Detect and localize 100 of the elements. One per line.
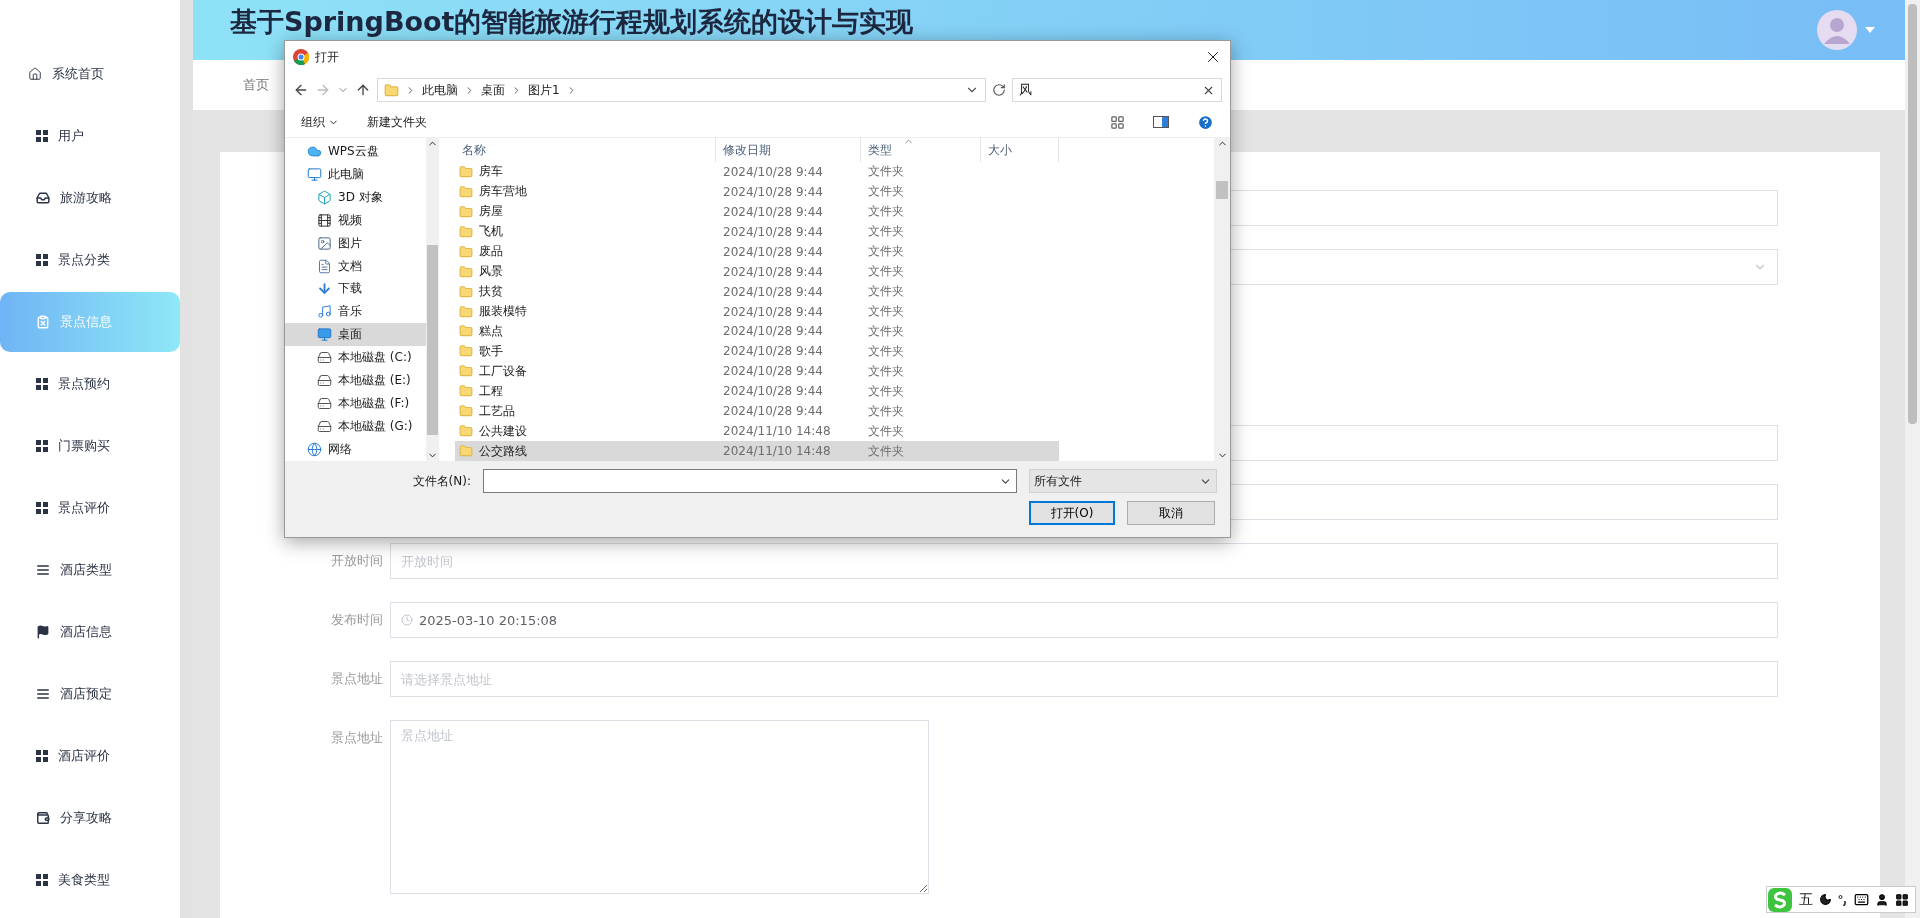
folder-icon <box>459 424 473 439</box>
ime-logo-icon[interactable] <box>1767 886 1793 913</box>
path-segment[interactable]: 桌面 <box>481 81 505 99</box>
dialog-button[interactable]: 打开(O) <box>1029 501 1115 525</box>
help-icon[interactable] <box>1197 113 1214 131</box>
moon-icon[interactable] <box>1819 893 1832 906</box>
file-row[interactable]: 房车 2024/10/28 9:44 文件夹 <box>455 162 1059 182</box>
filetype-select[interactable]: 所有文件 <box>1029 469 1217 493</box>
sidebar-item[interactable]: 酒店预定 <box>0 664 180 724</box>
file-row[interactable]: 歌手 2024/10/28 9:44 文件夹 <box>455 341 1059 362</box>
file-type: 文件夹 <box>867 183 905 201</box>
sidebar-item[interactable]: 美食类型 <box>0 850 180 910</box>
search-field[interactable]: 风 <box>1012 78 1222 102</box>
sidebar-item[interactable]: 酒店评价 <box>0 726 180 786</box>
sidebar-item[interactable]: 用户 <box>0 106 180 166</box>
nav-item[interactable]: 此电脑 <box>285 162 426 186</box>
document-icon <box>317 258 332 274</box>
address-bar[interactable]: 此电脑 桌面 图片1 <box>377 78 986 102</box>
toolbar-button[interactable]: 组织 <box>301 113 339 131</box>
file-row[interactable]: 废品 2024/10/28 9:44 文件夹 <box>455 241 1059 262</box>
file-row[interactable]: 扶贫 2024/10/28 9:44 文件夹 <box>455 281 1059 302</box>
folder-icon <box>459 224 473 239</box>
list-icon <box>36 563 50 577</box>
nav-item[interactable]: 网络 <box>285 438 426 461</box>
nav-item[interactable]: 3D 对象 <box>285 185 426 209</box>
text-field[interactable]: 请选择景点地址 <box>390 661 1778 697</box>
scroll-thumb[interactable] <box>1216 180 1228 199</box>
user-icon[interactable] <box>1875 892 1889 907</box>
nav-item[interactable]: 音乐 <box>285 300 426 324</box>
file-row[interactable]: 风景 2024/10/28 9:44 文件夹 <box>455 261 1059 282</box>
sidebar-item[interactable]: 景点预约 <box>0 354 180 414</box>
view-icon[interactable] <box>1110 114 1125 130</box>
grid-icon[interactable] <box>1895 892 1909 907</box>
file-row[interactable]: 工厂设备 2024/10/28 9:44 文件夹 <box>455 361 1059 382</box>
nav-item[interactable]: 本地磁盘 (E:) <box>285 369 426 393</box>
modified-date: 2024/10/28 9:44 <box>722 284 824 299</box>
file-type: 文件夹 <box>867 203 905 221</box>
file-row[interactable]: 公共建设 2024/11/10 14:48 文件夹 <box>455 421 1059 442</box>
sidebar-item[interactable]: 酒店信息 <box>0 602 180 662</box>
refresh-icon[interactable] <box>992 83 1006 97</box>
nav-item[interactable]: WPS云盘 <box>285 140 426 163</box>
list-scrollbar[interactable] <box>1214 138 1230 461</box>
nav-item[interactable]: 本地磁盘 (G:) <box>285 415 426 438</box>
nav-item[interactable]: 图片 <box>285 231 426 255</box>
file-row[interactable]: 服装模特 2024/10/28 9:44 文件夹 <box>455 301 1059 322</box>
scroll-thumb[interactable] <box>427 244 438 435</box>
file-row[interactable]: 房屋 2024/10/28 9:44 文件夹 <box>455 201 1059 222</box>
up-icon[interactable] <box>355 82 371 98</box>
column-header[interactable]: 修改日期 <box>716 138 861 162</box>
sidebar-item[interactable]: 系统首页 <box>0 44 180 104</box>
nav-item[interactable]: 视频 <box>285 208 426 232</box>
scroll-thumb[interactable] <box>1908 4 1917 424</box>
keyboard-icon[interactable] <box>1854 892 1869 907</box>
file-name: 工厂设备 <box>479 362 527 380</box>
field-label: 开放时间 <box>330 552 383 570</box>
column-header[interactable]: 类型 <box>861 138 981 162</box>
music-icon <box>317 304 332 320</box>
column-header[interactable]: 名称 <box>455 138 716 162</box>
tab[interactable]: 首页 <box>230 76 282 94</box>
file-row[interactable]: 工程 2024/10/28 9:44 文件夹 <box>455 381 1059 402</box>
nav-item[interactable]: 本地磁盘 (F:) <box>285 392 426 416</box>
dialog-button[interactable]: 取消 <box>1127 501 1215 525</box>
sidebar-item[interactable]: 旅游攻略 <box>0 168 180 228</box>
nav-item[interactable]: 下载 <box>285 277 426 301</box>
sidebar-item[interactable]: 景点分类 <box>0 230 180 290</box>
sidebar-item[interactable]: 景点评价 <box>0 478 180 538</box>
modified-date: 2024/10/28 9:44 <box>722 384 824 399</box>
date-field[interactable]: 2025-03-10 20:15:08 <box>390 602 1778 638</box>
folder-icon <box>384 82 399 98</box>
cloud-icon <box>307 143 322 159</box>
sidebar-item[interactable]: 门票购买 <box>0 416 180 476</box>
nav-scrollbar[interactable] <box>426 138 439 461</box>
file-row[interactable]: 公交路线 2024/11/10 14:48 文件夹 <box>455 441 1059 462</box>
file-name: 房屋 <box>479 203 503 221</box>
file-row[interactable]: 糕点 2024/10/28 9:44 文件夹 <box>455 321 1059 342</box>
path-segment[interactable]: 此电脑 <box>422 81 458 99</box>
punctuation-icon[interactable] <box>1838 893 1848 906</box>
text-field[interactable]: 开放时间 <box>390 543 1778 579</box>
back-icon[interactable] <box>293 82 309 98</box>
page-title: 基于SpringBoot的智能旅游行程规划系统的设计与实现 <box>230 5 914 39</box>
nav-item[interactable]: 本地磁盘 (C:) <box>285 346 426 370</box>
file-row[interactable]: 工艺品 2024/10/28 9:44 文件夹 <box>455 401 1059 422</box>
path-segment[interactable]: 图片1 <box>528 81 560 99</box>
sidebar-item[interactable]: 酒店类型 <box>0 540 180 600</box>
filename-field[interactable] <box>483 469 1017 493</box>
file-row[interactable]: 飞机 2024/10/28 9:44 文件夹 <box>455 221 1059 242</box>
preview-pane-icon[interactable] <box>1153 116 1169 128</box>
column-header[interactable]: 大小 <box>981 138 1059 162</box>
file-type: 文件夹 <box>867 362 905 380</box>
nav-item[interactable]: 文档 <box>285 254 426 278</box>
nav-item[interactable]: 桌面 <box>285 323 426 347</box>
text-area[interactable]: 景点地址 <box>390 720 929 894</box>
toolbar-button[interactable]: 新建文件夹 <box>367 113 427 131</box>
modified-date: 2024/10/28 9:44 <box>722 324 824 339</box>
modified-date: 2024/10/28 9:44 <box>722 204 824 219</box>
tray-icon <box>36 191 50 205</box>
scrollbar[interactable] <box>1905 0 1920 918</box>
file-row[interactable]: 房车营地 2024/10/28 9:44 文件夹 <box>455 181 1059 202</box>
input-mode[interactable]: 五 <box>1799 890 1813 909</box>
sidebar-item[interactable]: 分享攻略 <box>0 788 180 848</box>
